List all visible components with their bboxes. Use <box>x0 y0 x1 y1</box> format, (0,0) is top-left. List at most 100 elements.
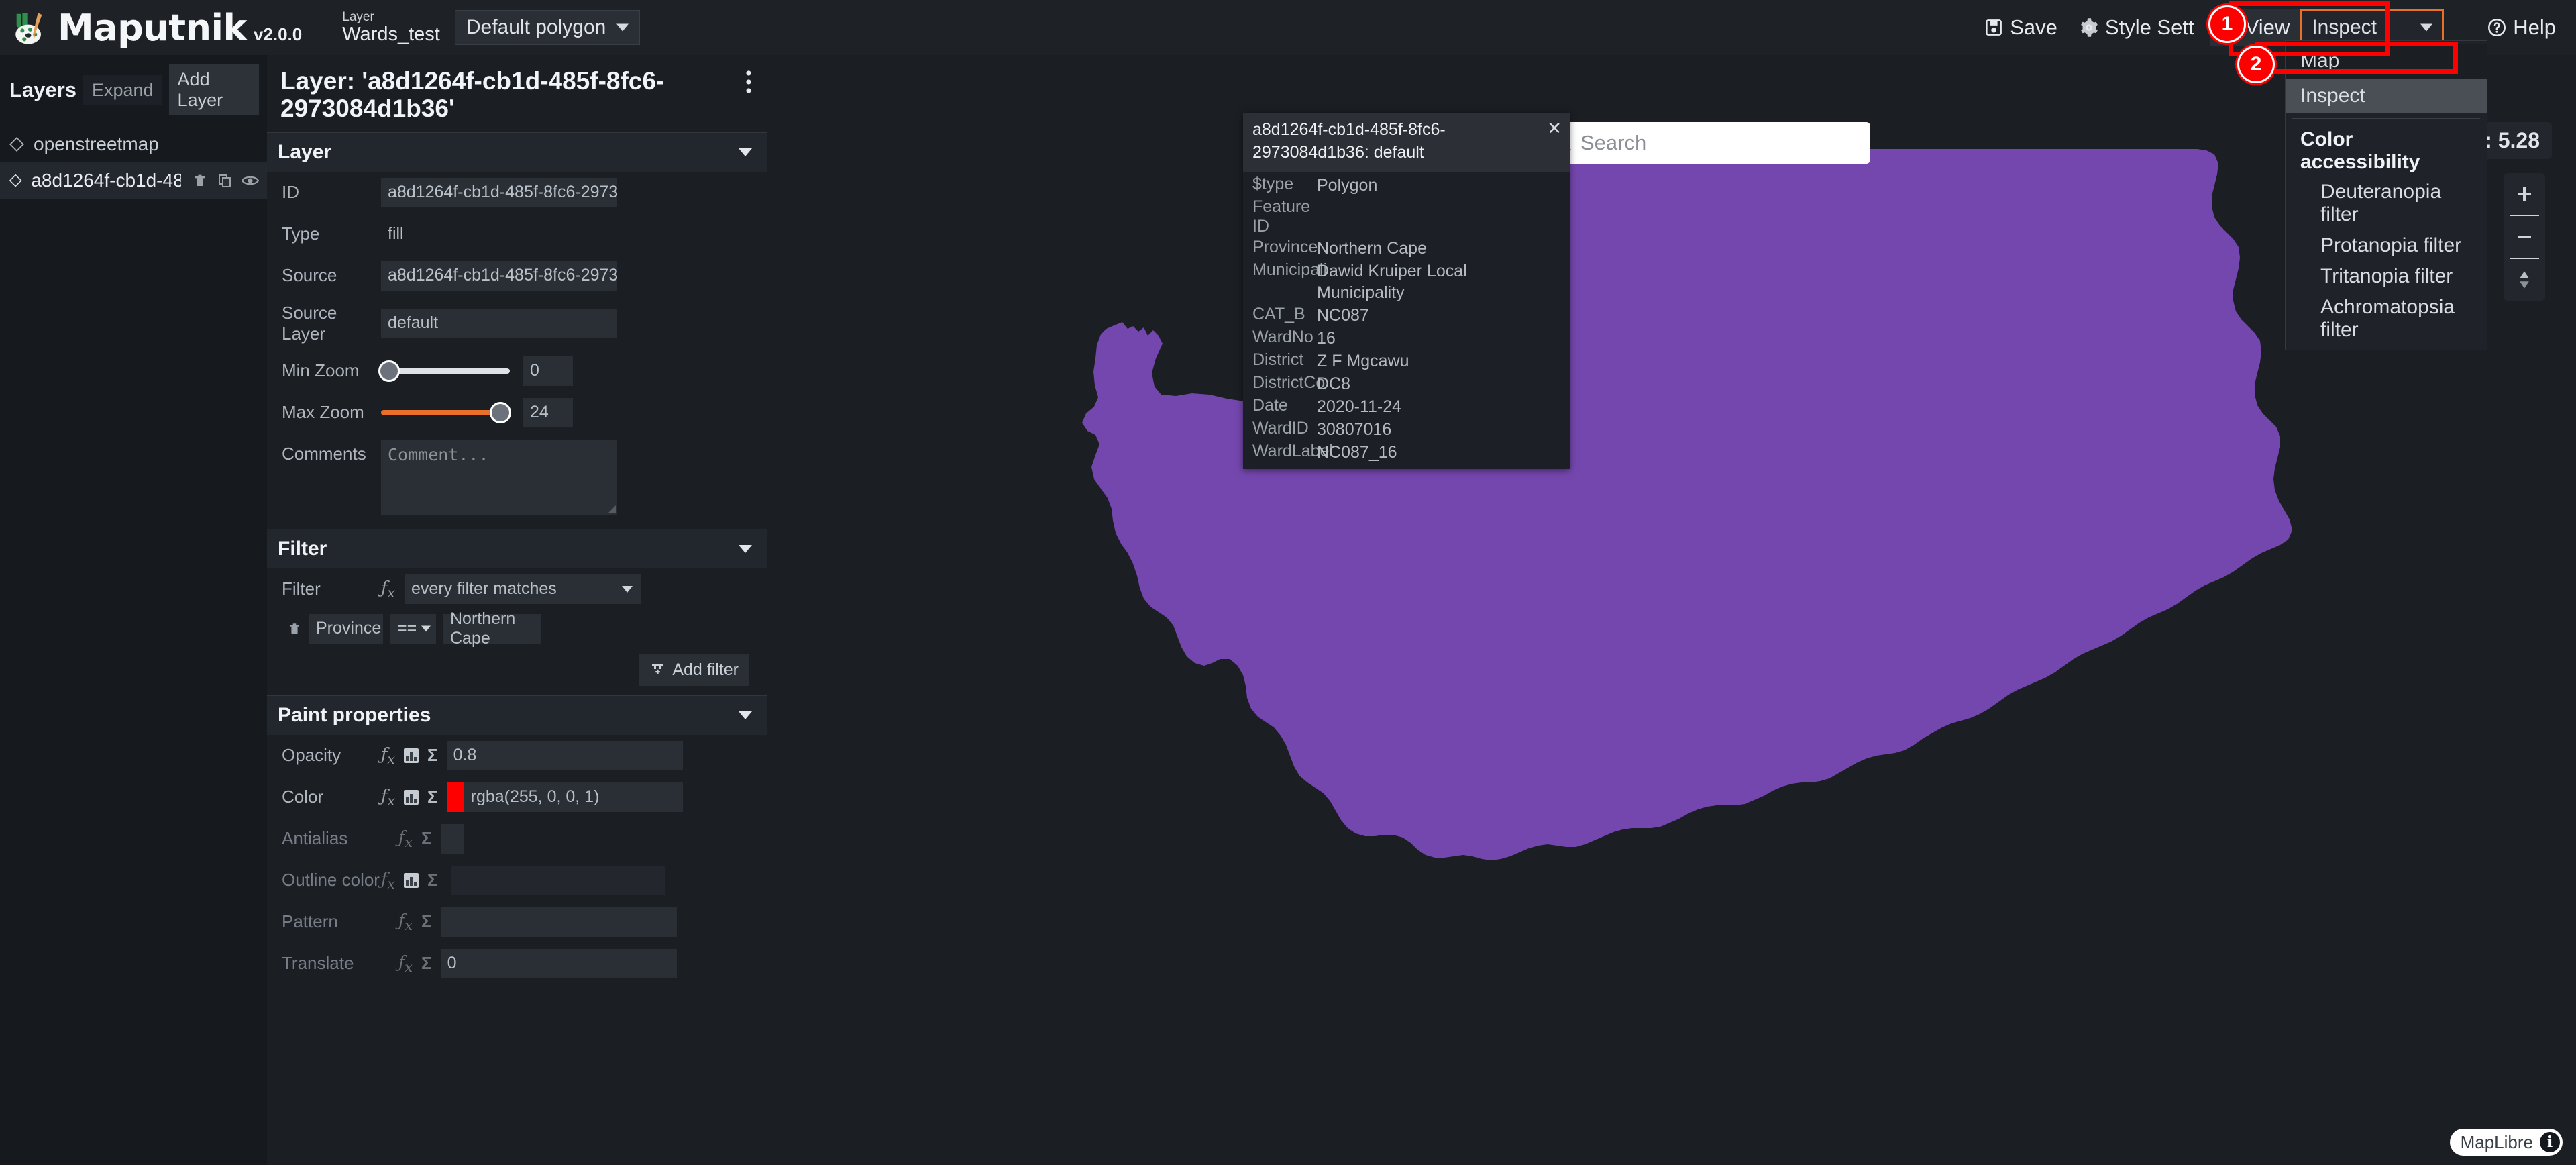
chart-icon[interactable] <box>404 789 419 805</box>
sigma-icon[interactable]: Σ <box>421 828 432 849</box>
sigma-icon[interactable]: Σ <box>427 745 438 766</box>
save-button[interactable]: Save <box>1973 11 2068 44</box>
field-label: Min Zoom <box>282 360 360 381</box>
comments-textarea[interactable]: Comment... <box>381 439 617 515</box>
translate-input[interactable]: 0 <box>440 948 677 978</box>
expand-button[interactable]: Expand <box>83 74 162 105</box>
color-input[interactable]: rgba(255, 0, 0, 1) <box>464 782 683 812</box>
app-version: v2.0.0 <box>253 23 303 44</box>
id-input[interactable]: a8d1264f-cb1d-485f-8fc6-2973 <box>381 177 617 207</box>
sigma-icon[interactable]: Σ <box>421 911 432 932</box>
field-label: Comments <box>282 443 366 464</box>
search-input[interactable]: Search <box>1580 131 1646 155</box>
zoom-out-button[interactable] <box>2504 216 2545 258</box>
menu-item-tritanopia-filter[interactable]: Tritanopia filter <box>2286 261 2487 292</box>
popup-row: WardLabel NC087_16 <box>1243 441 1570 464</box>
source-input[interactable]: a8d1264f-cb1d-485f-8fc6-2973 <box>381 260 617 291</box>
filter-combiner-select[interactable]: every filter matches <box>405 574 641 604</box>
antialias-checkbox[interactable] <box>440 823 464 854</box>
popup-key: WardLabel <box>1252 441 1333 460</box>
filter-value-input[interactable]: Northern Cape <box>443 609 541 648</box>
trash-icon[interactable] <box>192 172 208 189</box>
slider-thumb[interactable] <box>490 401 511 423</box>
sigma-icon[interactable]: Σ <box>427 870 438 891</box>
fx-icon[interactable]: ƒx <box>398 952 413 975</box>
max-zoom-slider[interactable] <box>381 398 511 427</box>
popup-value: NC087_16 <box>1317 442 1397 462</box>
sigma-icon[interactable]: Σ <box>427 787 438 807</box>
menu-item-inspect[interactable]: Inspect <box>2286 78 2487 113</box>
fx-icon[interactable]: ƒx <box>398 911 413 933</box>
layer-list-item-selected[interactable]: a8d1264f-cb1d-485f- <box>0 162 267 199</box>
chart-icon[interactable] <box>404 872 419 888</box>
map-navigation-control[interactable] <box>2504 173 2545 301</box>
feature-inspect-popup[interactable]: a8d1264f-cb1d-485f-8fc6-2973084d1b36: de… <box>1243 113 1570 469</box>
filter-operator-select[interactable]: == <box>390 613 436 644</box>
popup-key: Feature ID <box>1252 197 1311 236</box>
compass-button[interactable] <box>2504 259 2545 301</box>
outline-color-input[interactable] <box>450 865 665 895</box>
view-dropdown-menu[interactable]: Map Inspect Color accessibility Deuteran… <box>2285 40 2487 350</box>
paint-label: Outline color <box>282 870 380 891</box>
add-filter-label: Add filter <box>672 660 739 679</box>
layer-list-item-openstreetmap[interactable]: openstreetmap <box>0 126 267 162</box>
paint-row-antialias: Antialias ƒx Σ <box>267 818 767 860</box>
kebab-menu-icon[interactable] <box>745 70 752 97</box>
paint-row-outline-color: Outline color ƒx Σ <box>267 860 767 901</box>
diamond-layer-icon <box>9 174 22 187</box>
layers-panel: Layers Expand Add Layer openstreetmap a8… <box>0 55 267 1165</box>
min-zoom-slider[interactable] <box>378 356 510 386</box>
diamond-layer-icon <box>9 137 24 152</box>
close-icon[interactable]: ✕ <box>1547 118 1562 139</box>
fx-icon[interactable]: ƒx <box>381 744 395 767</box>
popup-key: CAT_B <box>1252 304 1305 323</box>
fx-icon[interactable]: ƒx <box>381 869 395 892</box>
min-zoom-value[interactable]: 0 <box>523 356 573 386</box>
chart-icon[interactable] <box>404 748 419 763</box>
map-attribution[interactable]: MapLibre i <box>2449 1129 2563 1156</box>
slider-thumb[interactable] <box>378 360 400 382</box>
section-title: Paint properties <box>278 703 431 726</box>
section-header-layer[interactable]: Layer <box>267 132 767 172</box>
pattern-input[interactable] <box>440 907 677 937</box>
trash-icon[interactable] <box>287 621 302 637</box>
add-filter-button[interactable]: Add filter <box>639 654 749 686</box>
field-label: Source <box>282 265 337 286</box>
paint-label: Color <box>282 787 324 807</box>
style-preset-select[interactable]: Default polygon <box>454 10 641 45</box>
help-button[interactable]: Help <box>2476 11 2567 44</box>
style-settings-label: Style Sett <box>2104 15 2194 39</box>
fx-icon[interactable]: ƒx <box>381 578 395 601</box>
copy-icon[interactable] <box>217 172 233 189</box>
color-swatch[interactable] <box>446 782 464 812</box>
menu-item-deuteranopia-filter[interactable]: Deuteranopia filter <box>2286 176 2487 230</box>
menu-item-protanopia-filter[interactable]: Protanopia filter <box>2286 230 2487 261</box>
section-header-paint[interactable]: Paint properties <box>267 695 767 735</box>
section-header-filter[interactable]: Filter <box>267 528 767 568</box>
fx-icon[interactable]: ƒx <box>398 827 413 850</box>
filter-key-input[interactable]: Province <box>309 613 383 644</box>
search-bar[interactable]: Search <box>1543 122 1870 164</box>
popup-value: Dawid Kruiper Local Municipality <box>1317 261 1467 302</box>
max-zoom-value[interactable]: 24 <box>523 397 573 427</box>
style-settings-button[interactable]: Style Sett <box>2068 11 2205 44</box>
field-label: Source Layer <box>282 302 337 344</box>
chevron-down-icon <box>739 711 752 719</box>
field-label: Filter <box>282 578 321 599</box>
info-icon[interactable]: i <box>2540 1132 2560 1152</box>
fx-icon[interactable]: ƒx <box>381 786 395 809</box>
menu-item-achromatopsia-filter[interactable]: Achromatopsia filter <box>2286 292 2487 346</box>
popup-value: NC087 <box>1317 305 1369 325</box>
add-layer-button[interactable]: Add Layer <box>168 64 259 115</box>
opacity-input[interactable]: 0.8 <box>446 740 683 770</box>
eye-icon[interactable] <box>241 174 259 187</box>
menu-item-map[interactable]: Map <box>2286 44 2487 79</box>
chevron-down-icon <box>622 585 633 593</box>
gear-icon <box>2081 18 2098 37</box>
source-layer-input[interactable]: default <box>381 308 617 338</box>
view-label: View <box>2245 15 2290 39</box>
sigma-icon[interactable]: Σ <box>421 953 432 974</box>
save-disk-icon <box>1986 19 2002 36</box>
paint-row-color: Color ƒx Σ rgba(255, 0, 0, 1) <box>267 776 767 818</box>
zoom-in-button[interactable] <box>2504 173 2545 215</box>
